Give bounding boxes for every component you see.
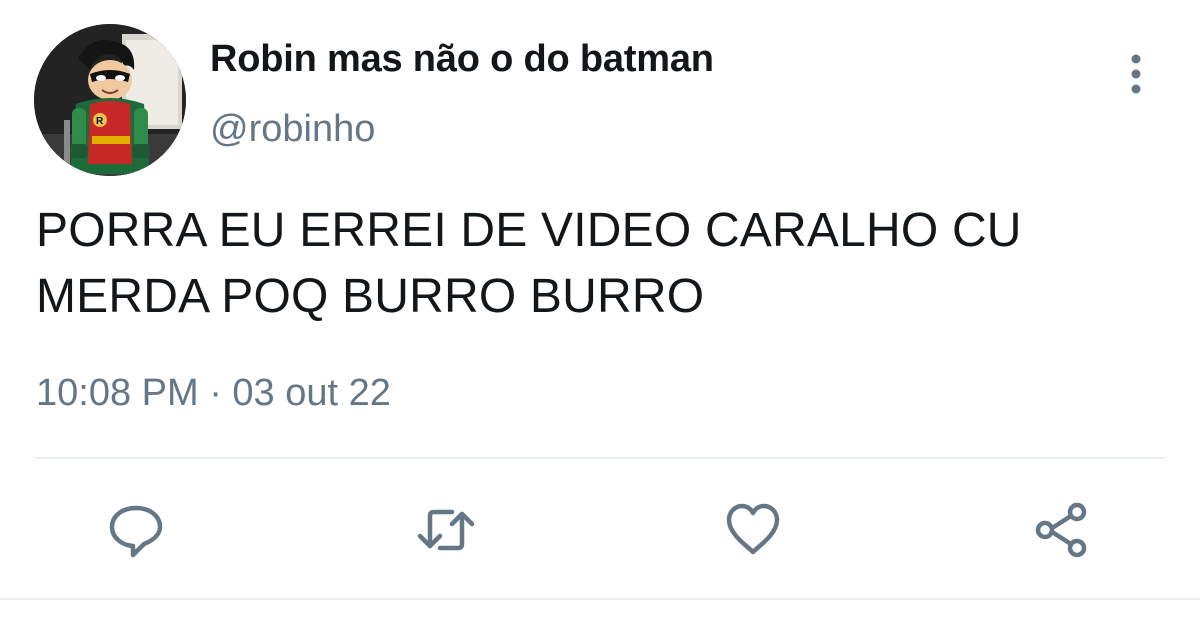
avatar-image: R (34, 24, 186, 176)
card-bottom-border (0, 598, 1200, 600)
more-vertical-icon (1131, 54, 1141, 94)
share-button[interactable] (1032, 500, 1092, 560)
more-options-button[interactable] (1116, 50, 1156, 100)
like-icon (726, 503, 780, 555)
tweet-card: R Robin mas não o do batman @robinho POR… (0, 0, 1200, 618)
author-display-name[interactable]: Robin mas não o do batman (210, 38, 714, 81)
reply-icon (109, 505, 163, 558)
tweet-timestamp[interactable]: 10:08 PM · 03 out 22 (36, 372, 391, 415)
author-handle[interactable]: @robinho (210, 108, 375, 151)
divider (36, 457, 1164, 459)
share-icon (1035, 502, 1087, 558)
retweet-icon (417, 509, 475, 551)
retweet-button[interactable] (416, 500, 476, 560)
tweet-text: PORRA EU ERREI DE VIDEO CARALHO CU MERDA… (36, 204, 1022, 323)
svg-text:R: R (96, 116, 104, 127)
reply-button[interactable] (106, 500, 166, 560)
like-button[interactable] (723, 500, 783, 560)
avatar[interactable]: R (34, 24, 186, 176)
